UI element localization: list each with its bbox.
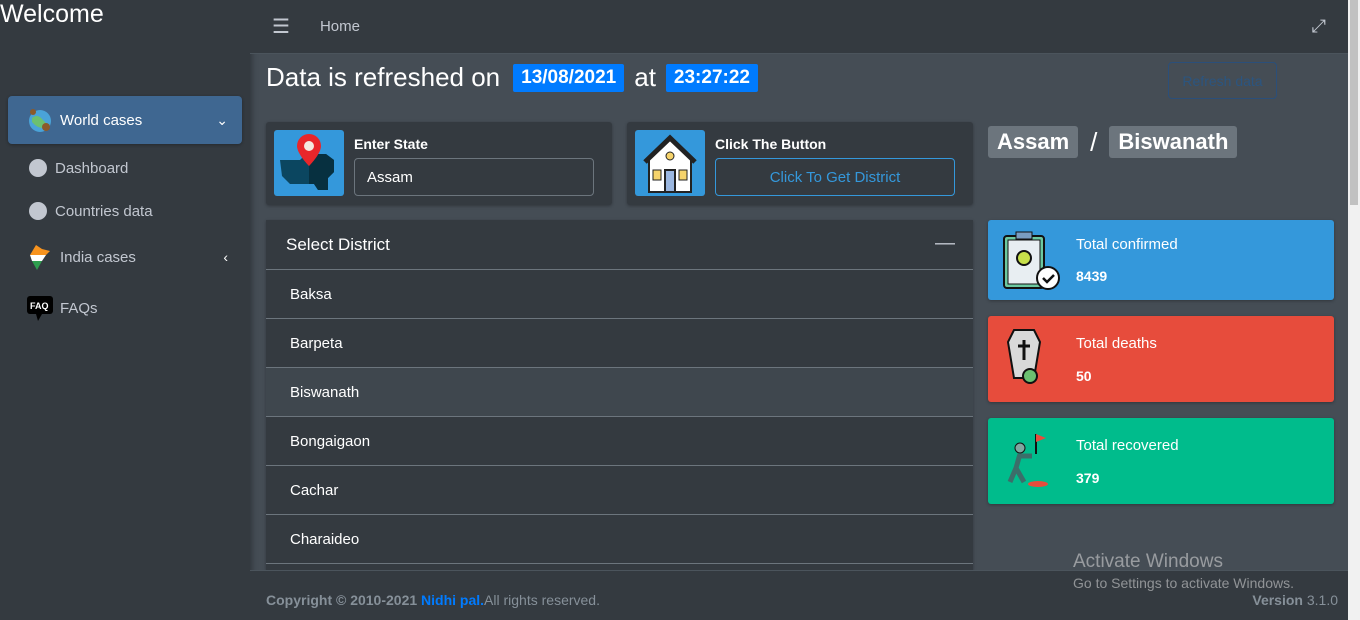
sidebar-item-label: FAQs xyxy=(60,299,98,317)
coffin-virus-icon xyxy=(1000,326,1062,388)
chevron-left-icon: ‹ xyxy=(223,249,228,265)
chevron-down-icon: ⌄ xyxy=(216,111,228,128)
fullscreen-icon[interactable]: ⤢ xyxy=(1312,16,1326,37)
state-label: Enter State xyxy=(354,136,428,152)
get-district-card: Click The Button Click To Get District xyxy=(627,122,973,205)
sidebar-item-dashboard[interactable]: Dashboard xyxy=(8,144,242,192)
version-label: Version xyxy=(1252,592,1303,608)
refresh-headline: Data is refreshed on 13/08/2021 at 23:27… xyxy=(266,62,768,93)
stat-value: 379 xyxy=(1076,470,1100,486)
district-tag: Biswanath xyxy=(1109,126,1238,158)
headline-at: at xyxy=(634,62,656,92)
state-input[interactable]: Assam xyxy=(354,158,594,196)
sidebar-item-faqs[interactable]: FAQ FAQs xyxy=(8,284,242,332)
house-icon xyxy=(635,130,705,196)
button-card-label: Click The Button xyxy=(715,136,827,152)
stat-label: Total confirmed xyxy=(1076,236,1178,253)
climber-flag-icon xyxy=(1000,428,1062,490)
sidebar-item-india-cases[interactable]: India cases ‹ xyxy=(8,233,242,281)
sidebar-item-countries-data[interactable]: Countries data xyxy=(8,187,242,235)
copyright-text: Copyright © 2010-2021 xyxy=(266,592,418,608)
map-pin-icon xyxy=(274,130,344,196)
brand-title: Welcome xyxy=(0,0,104,28)
india-map-icon xyxy=(26,243,54,271)
district-item[interactable]: Baksa xyxy=(266,270,973,319)
faq-icon: FAQ xyxy=(26,294,54,322)
menu-icon[interactable]: ☰ xyxy=(272,14,290,39)
top-navbar: ☰ Home ⤢ xyxy=(250,0,1348,54)
circle-icon xyxy=(29,202,47,220)
district-list-title: Select District xyxy=(286,234,390,254)
page-scrollbar[interactable] xyxy=(1348,0,1360,620)
get-district-button[interactable]: Click To Get District xyxy=(715,158,955,196)
sidebar-item-label: Countries data xyxy=(55,202,153,220)
stat-card-deaths: Total deaths 50 xyxy=(988,316,1334,402)
district-list-card: Select District — Baksa Barpeta Biswanath… xyxy=(266,220,973,570)
version-number: 3.1.0 xyxy=(1306,592,1338,608)
state-input-card: Enter State Assam xyxy=(266,122,612,205)
refresh-data-button[interactable]: Refresh data xyxy=(1168,62,1277,99)
svg-text:FAQ: FAQ xyxy=(30,301,49,311)
sidebar: Welcome World cases ⌄ Dashboard Countrie… xyxy=(0,0,250,620)
district-item[interactable]: Cachar xyxy=(266,466,973,515)
date-badge: 13/08/2021 xyxy=(513,63,625,92)
stat-label: Total deaths xyxy=(1076,335,1157,352)
district-item[interactable]: Biswanath xyxy=(266,368,973,417)
headline-text: Data is refreshed on xyxy=(266,62,501,92)
copyright: Copyright © 2010-2021 Nidhi pal.All righ… xyxy=(266,592,600,608)
district-item[interactable]: Bongaigaon xyxy=(266,417,973,466)
windows-activation-watermark: Activate Windows Go to Settings to activ… xyxy=(1073,551,1294,591)
district-item[interactable]: Barpeta xyxy=(266,319,973,368)
sidebar-item-label: India cases xyxy=(60,248,136,266)
clipboard-virus-icon xyxy=(1000,230,1062,292)
stat-value: 8439 xyxy=(1076,268,1108,284)
stat-card-recovered: Total recovered 379 xyxy=(988,418,1334,504)
rights-text: All rights reserved. xyxy=(484,592,600,608)
separator: / xyxy=(1090,126,1098,157)
version: Version 3.1.0 xyxy=(1238,592,1348,608)
time-badge: 23:27:22 xyxy=(665,63,758,92)
stat-label: Total recovered xyxy=(1076,437,1179,454)
location-breadcrumb: Assam / Biswanath xyxy=(988,126,1238,158)
collapse-icon[interactable]: — xyxy=(935,232,955,255)
author-link[interactable]: Nidhi pal. xyxy=(421,592,484,608)
circle-icon xyxy=(29,159,47,177)
nav-home-link[interactable]: Home xyxy=(320,18,360,35)
stat-card-confirmed: Total confirmed 8439 xyxy=(988,220,1334,300)
sidebar-item-label: World cases xyxy=(60,111,143,129)
stat-value: 50 xyxy=(1076,368,1092,384)
scrollbar-thumb[interactable] xyxy=(1350,0,1358,205)
globe-virus-icon xyxy=(26,106,54,134)
watermark-subtitle: Go to Settings to activate Windows. xyxy=(1073,575,1294,591)
watermark-title: Activate Windows xyxy=(1073,551,1223,572)
state-tag: Assam xyxy=(988,126,1079,158)
sidebar-item-world-cases[interactable]: World cases ⌄ xyxy=(8,96,242,144)
district-item[interactable]: Charaideo xyxy=(266,515,973,564)
sidebar-item-label: Dashboard xyxy=(55,159,129,177)
